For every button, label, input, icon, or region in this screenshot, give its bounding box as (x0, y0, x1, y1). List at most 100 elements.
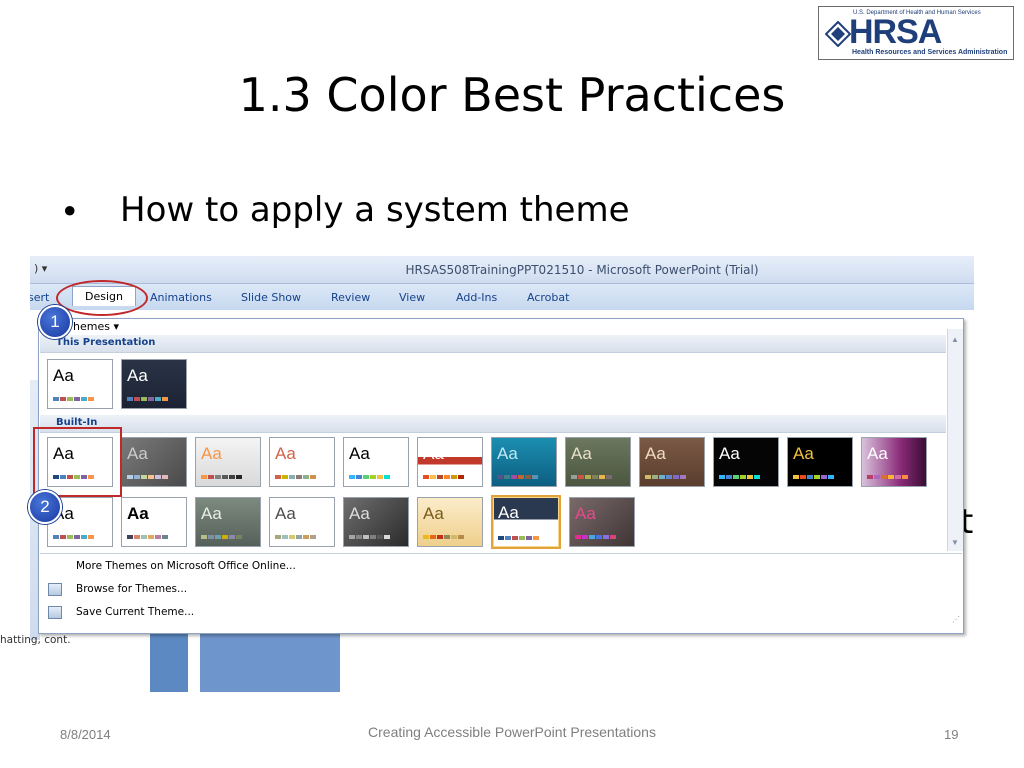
bullet-symbol: • (60, 192, 80, 231)
window-titlebar: ) ▾ HRSAS508TrainingPPT021510 - Microsof… (30, 256, 974, 284)
themes-gallery: hemes ▾ This Presentation Aa Aa Built-In… (38, 318, 964, 634)
theme-thumb[interactable]: Aa (343, 497, 409, 547)
theme-thumb[interactable]: Aa (195, 437, 261, 487)
theme-thumb-label: Aa (571, 444, 592, 463)
office-theme-highlight (33, 427, 122, 497)
theme-thumb[interactable]: Aa (569, 497, 635, 547)
theme-color-strip (423, 475, 464, 479)
theme-thumb[interactable]: Aa (269, 437, 335, 487)
theme-thumb-label: Aa (127, 444, 148, 463)
theme-thumb[interactable]: Aa (417, 497, 483, 547)
theme-thumb[interactable]: Aa (491, 437, 557, 487)
themes-gallery-label[interactable]: hemes ▾ (73, 320, 119, 333)
theme-thumb-label: Aa (53, 366, 74, 385)
theme-thumb[interactable]: Aa (787, 437, 853, 487)
tab-acrobat[interactable]: Acrobat (527, 291, 569, 304)
theme-thumb[interactable]: Aa (269, 497, 335, 547)
gallery-menu: More Themes on Microsoft Office Online..… (40, 553, 962, 625)
theme-thumb[interactable]: Aa (343, 437, 409, 487)
theme-thumb[interactable]: Aa (417, 437, 483, 487)
bullet-text: How to apply a system theme (120, 190, 630, 230)
theme-color-strip (497, 475, 538, 479)
theme-thumb-label: Aa (201, 444, 222, 463)
theme-thumb-label: Aa (498, 503, 519, 522)
slide-number: 19 (944, 727, 959, 742)
save-theme-icon (48, 606, 62, 619)
theme-thumb-label: Aa (719, 444, 740, 463)
ribbon-tabs: sert Design Animations Slide Show Review… (30, 284, 974, 310)
section-this-presentation: This Presentation (40, 335, 946, 353)
slide-canvas-preview (200, 634, 340, 692)
step-badge-1: 1 (38, 305, 72, 339)
theme-color-strip (127, 397, 168, 401)
theme-color-strip (571, 475, 612, 479)
theme-thumb-label: Aa (349, 444, 370, 463)
theme-color-strip (127, 535, 168, 539)
resize-grip-icon[interactable]: ⋰ (952, 615, 960, 624)
theme-thumb-label: Aa (275, 504, 296, 523)
theme-color-strip (53, 535, 94, 539)
step-badge-2: 2 (28, 490, 62, 524)
theme-color-strip (867, 475, 908, 479)
theme-thumb-label: Aa (349, 504, 370, 523)
slide-canvas-edge (150, 634, 340, 692)
theme-thumb[interactable]: Aa (121, 437, 187, 487)
theme-thumb[interactable]: Aa (713, 437, 779, 487)
browse-folder-icon (48, 583, 62, 596)
theme-thumb[interactable]: Aa (121, 359, 187, 409)
slide-title: 1.3 Color Best Practices (238, 68, 786, 122)
theme-thumb-label: Aa (201, 504, 222, 523)
theme-color-strip (201, 535, 242, 539)
vertical-ruler (188, 634, 200, 692)
slide-pane-status: hatting, cont. (0, 634, 71, 646)
hhs-eagle-icon (825, 21, 851, 47)
theme-color-strip (423, 535, 464, 539)
tab-view[interactable]: View (399, 291, 425, 304)
menu-save-current-theme[interactable]: Save Current Theme... (76, 606, 194, 618)
footer-title: Creating Accessible PowerPoint Presentat… (368, 724, 656, 740)
theme-thumb[interactable]: Aa (861, 437, 927, 487)
theme-color-strip (575, 535, 616, 539)
theme-thumb[interactable]: Aa (639, 437, 705, 487)
theme-color-strip (645, 475, 686, 479)
theme-thumb-label: Aa (275, 444, 296, 463)
window-title: HRSAS508TrainingPPT021510 - Microsoft Po… (405, 263, 759, 277)
theme-thumb-label: Aa (423, 504, 444, 523)
theme-color-strip (201, 475, 242, 479)
theme-color-strip (719, 475, 760, 479)
theme-color-strip (275, 475, 316, 479)
theme-color-strip (349, 475, 390, 479)
theme-thumb-selected[interactable]: Aa (491, 495, 561, 549)
section-built-in: Built-In (40, 415, 946, 433)
design-tab-highlight (56, 280, 148, 316)
tab-animations[interactable]: Animations (150, 291, 212, 304)
theme-color-strip (127, 475, 168, 479)
theme-thumb[interactable]: Aa (195, 497, 261, 547)
theme-thumb[interactable]: Aa (121, 497, 187, 547)
theme-thumb-label: Aa (867, 444, 888, 463)
theme-color-strip (793, 475, 834, 479)
logo-main-text: HRSA (849, 13, 942, 51)
tab-insert[interactable]: sert (30, 291, 49, 304)
theme-thumb[interactable]: Aa (565, 437, 631, 487)
theme-thumb-label: Aa (645, 444, 666, 463)
theme-thumb-label: Aa (793, 444, 814, 463)
theme-color-strip (498, 536, 539, 540)
theme-thumb[interactable]: Aa (47, 359, 113, 409)
theme-thumb-label: Aa (423, 444, 444, 463)
tab-add-ins[interactable]: Add-Ins (456, 291, 497, 304)
tab-slide-show[interactable]: Slide Show (241, 291, 301, 304)
theme-color-strip (349, 535, 390, 539)
menu-browse-for-themes[interactable]: Browse for Themes... (76, 583, 187, 595)
theme-thumb-label: Aa (127, 504, 149, 523)
theme-thumb-label: Aa (575, 504, 596, 523)
theme-color-strip (275, 535, 316, 539)
scroll-up-icon[interactable]: ▲ (951, 335, 959, 344)
scroll-down-icon[interactable]: ▼ (951, 538, 959, 547)
gallery-scrollbar[interactable]: ▲ ▼ (947, 329, 963, 551)
hrsa-logo: U.S. Department of Health and Human Serv… (818, 6, 1014, 60)
theme-thumb-label: Aa (497, 444, 518, 463)
theme-thumb-label: Aa (127, 366, 148, 385)
menu-more-themes-online[interactable]: More Themes on Microsoft Office Online..… (76, 560, 296, 572)
tab-review[interactable]: Review (331, 291, 370, 304)
